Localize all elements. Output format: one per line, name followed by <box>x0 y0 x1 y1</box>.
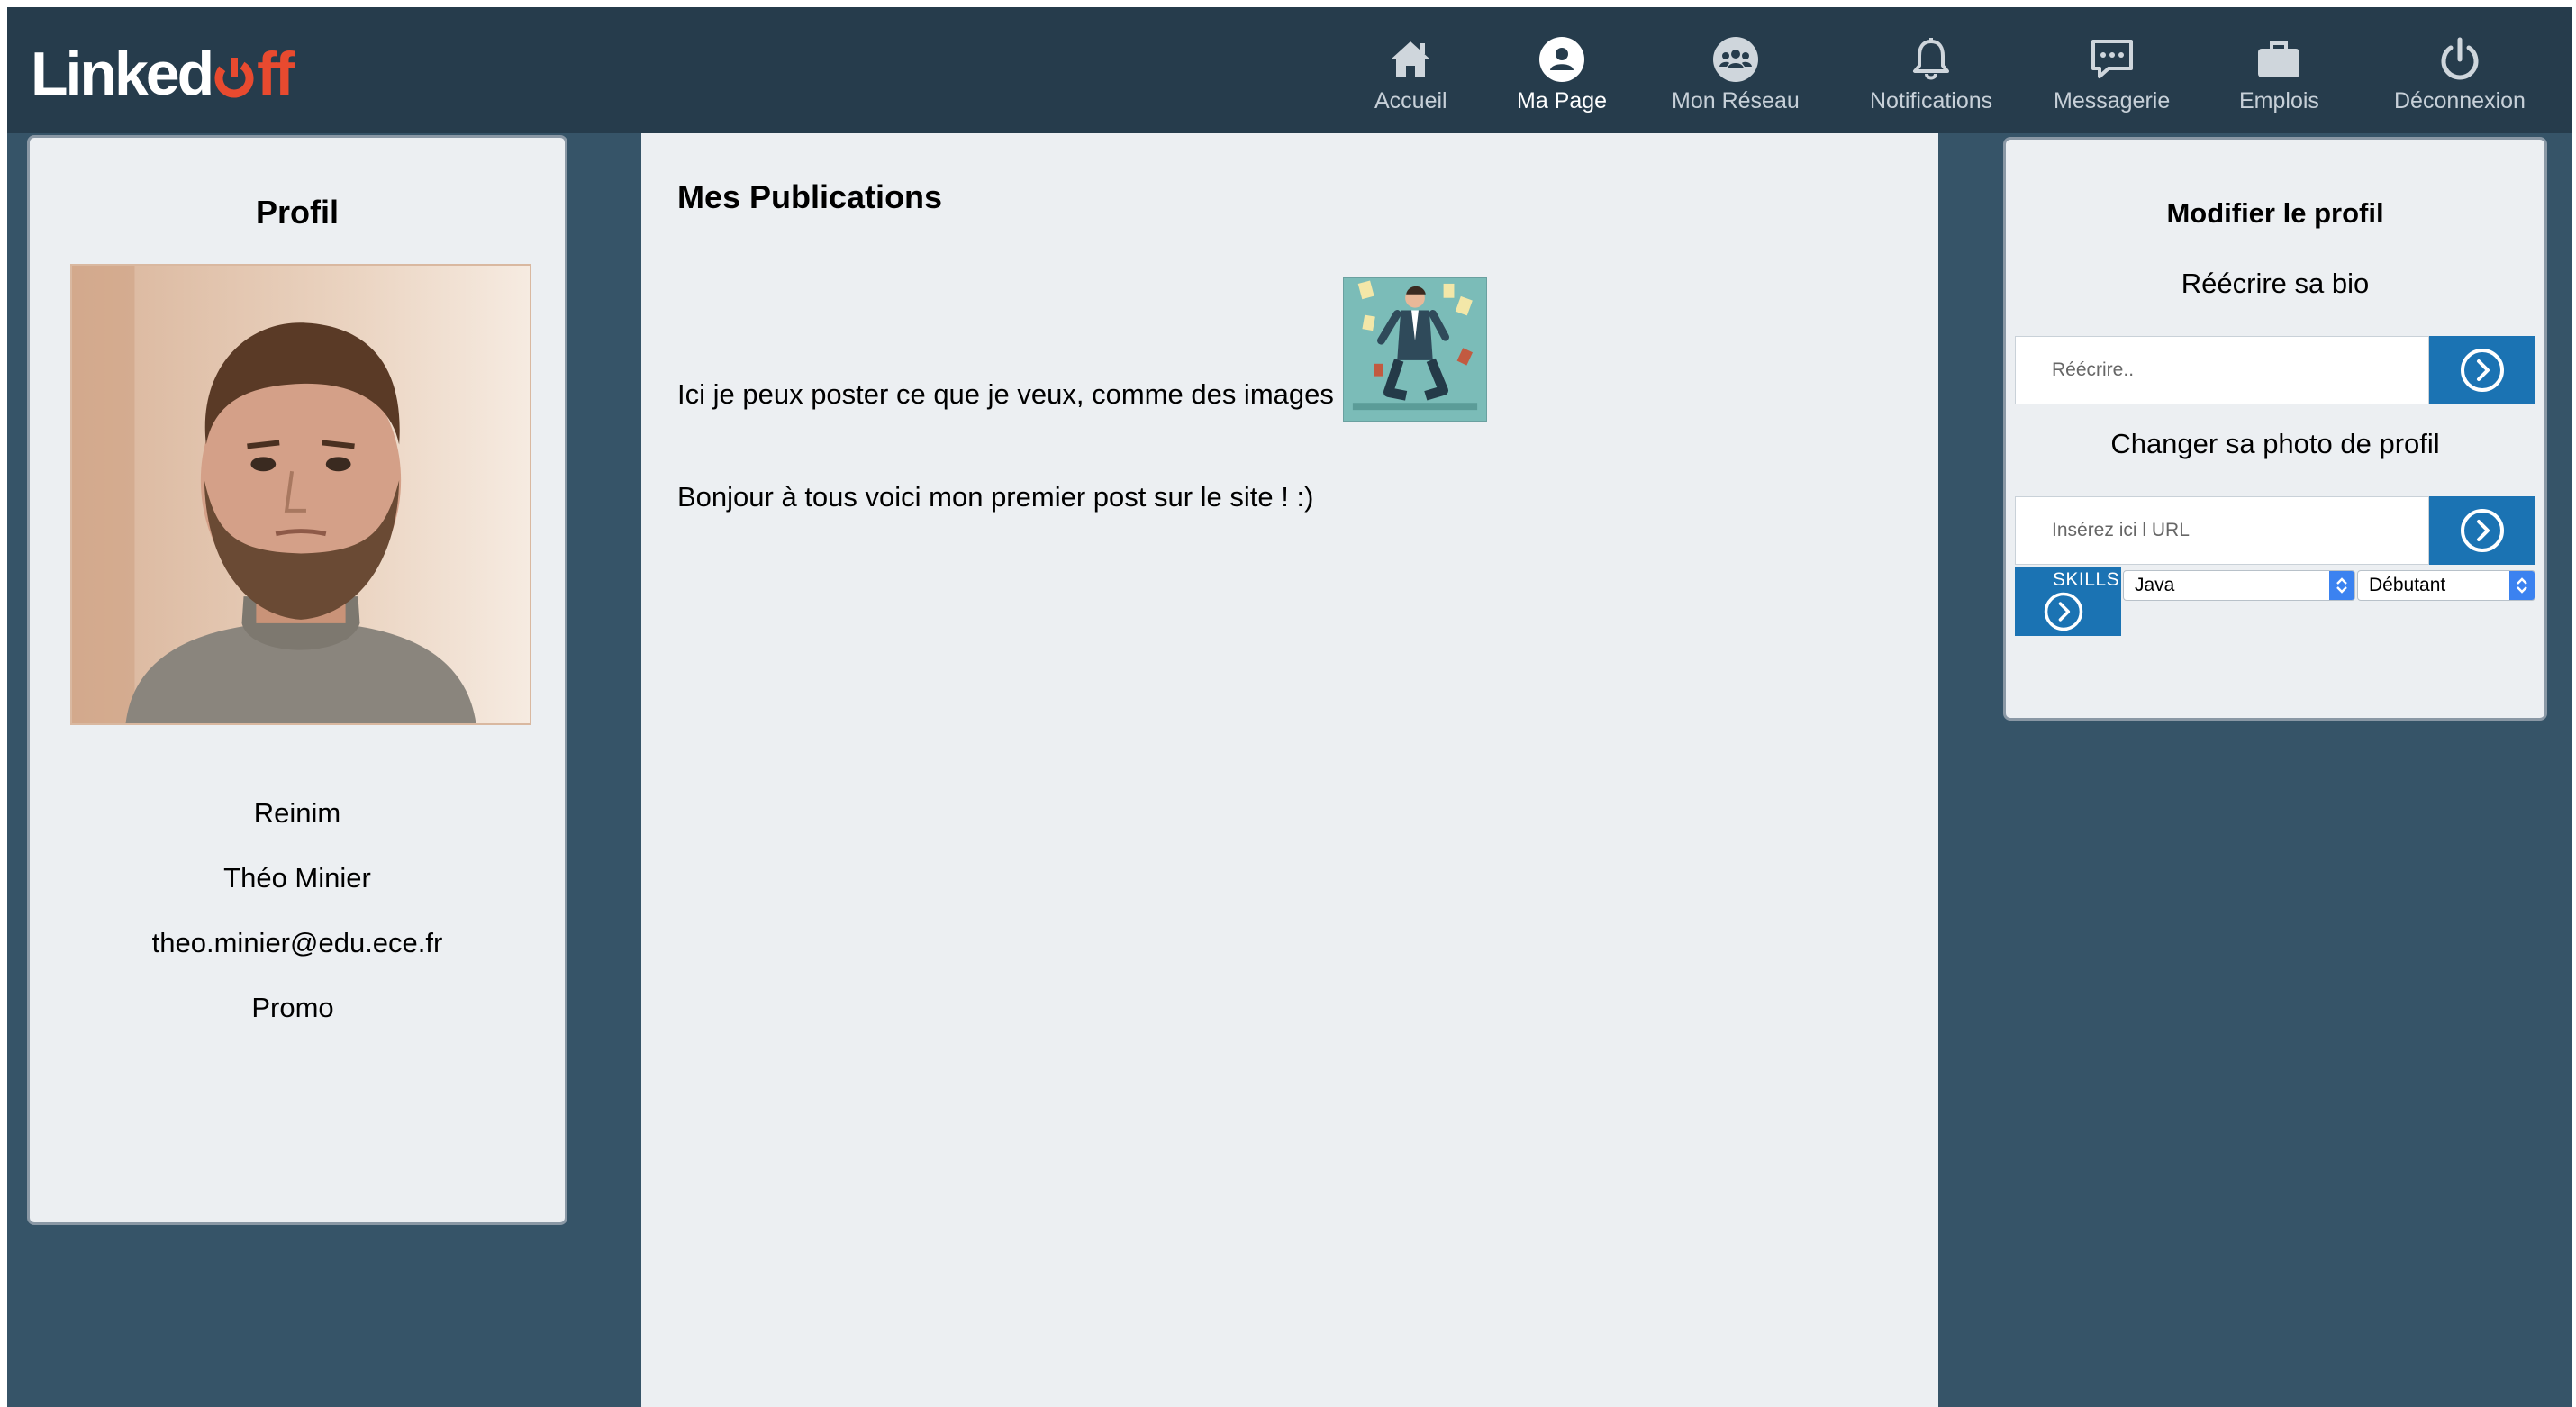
nav-item-label: Déconnexion <box>2394 88 2526 113</box>
nav-item-label: Mon Réseau <box>1672 88 1800 113</box>
power-icon <box>2435 34 2485 85</box>
nav-menu: Accueil Ma Page Mon Réseau Notifications <box>7 34 2572 124</box>
profile-username: Reinim <box>253 797 341 829</box>
profile-card: Profil Reinim Théo Minier theo.minier@ed… <box>27 135 567 1225</box>
nav-item-label: Accueil <box>1374 88 1447 113</box>
chevron-right-circle-icon <box>2461 349 2504 392</box>
select-arrows-icon <box>2509 571 2535 600</box>
bio-input[interactable] <box>2015 336 2429 404</box>
nav-item-label: Ma Page <box>1517 88 1608 113</box>
profile-promo: Promo <box>251 992 334 1023</box>
select-arrows-icon <box>2329 571 2354 600</box>
publications-panel: Mes Publications Ici je peux poster ce q… <box>641 133 1938 1407</box>
nav-item-ma-page[interactable]: Ma Page <box>1517 34 1607 114</box>
network-icon <box>1710 34 1761 85</box>
bio-label: Réécrire sa bio <box>2181 268 2370 299</box>
user-icon <box>1537 34 1587 85</box>
publications-title: Mes Publications <box>677 178 943 215</box>
edit-profile-title: Modifier le profil <box>2166 197 2384 229</box>
post-image <box>1342 277 1487 422</box>
nav-item-emplois[interactable]: Emplois <box>2239 34 2319 114</box>
nav-item-label: Notifications <box>1870 88 1993 113</box>
profile-title: Profil <box>255 194 339 231</box>
nav-item-label: Messagerie <box>2054 88 2171 113</box>
home-icon <box>1385 34 1436 85</box>
nav-item-messagerie[interactable]: Messagerie <box>2054 34 2170 114</box>
photo-label: Changer sa photo de profil <box>2110 428 2440 459</box>
chevron-right-circle-icon <box>2461 509 2504 552</box>
bell-icon <box>1906 34 1956 85</box>
nav-item-deconnexion[interactable]: Déconnexion <box>2394 34 2526 114</box>
edit-profile-card: Modifier le profil Réécrire sa bio Chang… <box>2003 137 2547 721</box>
briefcase-icon <box>2254 34 2304 85</box>
nav-item-mon-reseau[interactable]: Mon Réseau <box>1672 34 1800 114</box>
bio-submit-button[interactable] <box>2429 336 2535 404</box>
app-frame: Linked ff Accueil Ma Page Mon Réseau Not… <box>7 7 2572 1407</box>
profile-email: theo.minier@edu.ece.fr <box>151 927 443 958</box>
skill-select[interactable]: Java <box>2123 570 2355 601</box>
nav-item-accueil[interactable]: Accueil <box>1374 34 1447 114</box>
profile-photo <box>70 264 531 725</box>
photo-url-input[interactable] <box>2015 496 2429 565</box>
chevron-right-circle-icon <box>2044 592 2083 631</box>
skills-submit-button[interactable]: SKILLS <box>2015 567 2121 636</box>
profile-full-name: Théo Minier <box>223 862 371 894</box>
nav-item-label: Emplois <box>2239 88 2319 113</box>
skill-select-value: Java <box>2135 575 2175 595</box>
level-select-value: Débutant <box>2369 575 2446 595</box>
photo-submit-button[interactable] <box>2429 496 2535 565</box>
chat-icon <box>2087 34 2137 85</box>
post-item: Ici je peux poster ce que je veux, comme… <box>677 277 1487 422</box>
level-select[interactable]: Débutant <box>2357 570 2535 601</box>
post-text: Ici je peux poster ce que je veux, comme… <box>677 378 1334 410</box>
nav-item-notifications[interactable]: Notifications <box>1870 34 1992 114</box>
skills-label: SKILLS <box>2052 569 2120 590</box>
top-navbar: Linked ff Accueil Ma Page Mon Réseau Not… <box>7 7 2572 133</box>
post-text: Bonjour à tous voici mon premier post su… <box>677 481 1314 513</box>
